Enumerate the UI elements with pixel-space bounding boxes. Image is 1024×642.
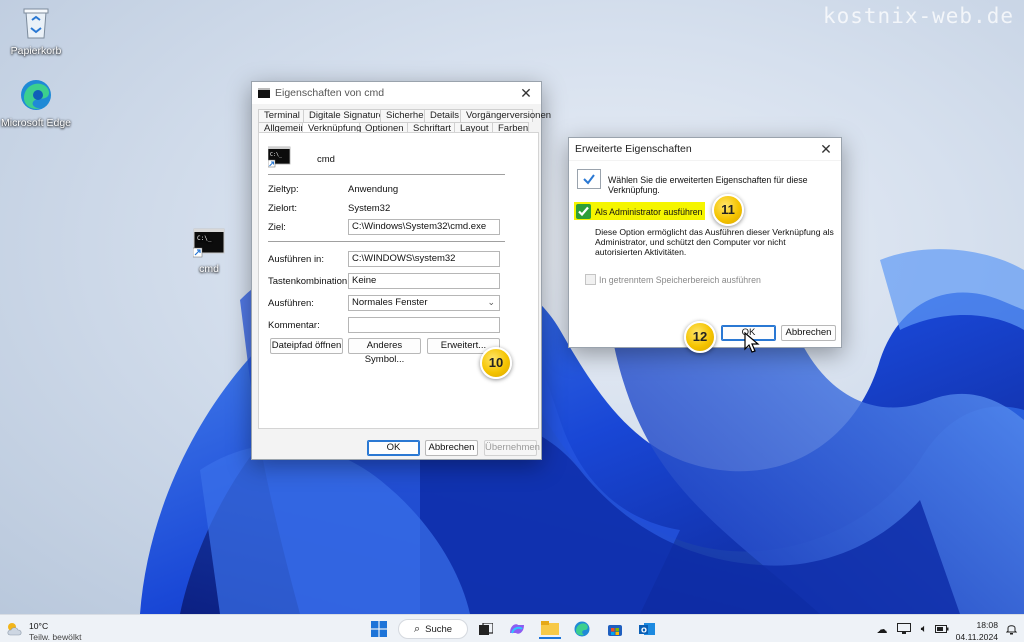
- search-icon: ⌕: [413, 622, 421, 635]
- chevron-down-icon: ⌄: [487, 297, 495, 307]
- uebernehmen-button[interactable]: Übernehmen: [484, 440, 540, 456]
- advanced-body: Wählen Sie die erweiterten Eigenschaften…: [569, 161, 841, 347]
- separate-memory-checkbox[interactable]: [585, 274, 596, 285]
- svg-text:O: O: [641, 627, 647, 635]
- battery-icon[interactable]: [934, 619, 950, 639]
- notification-bell-icon[interactable]: [1003, 619, 1019, 639]
- task-view-icon[interactable]: [477, 619, 495, 639]
- clock-date[interactable]: 04.11.2024: [954, 632, 998, 642]
- tabs-row-1: Terminal Digitale Signaturen Sicherheit …: [252, 109, 551, 122]
- shield-check-icon: [577, 169, 601, 189]
- search-box[interactable]: ⌕ Suche: [398, 619, 468, 639]
- ok-button[interactable]: OK: [367, 440, 420, 456]
- watermark: kostnix-web.de: [822, 4, 1014, 28]
- separate-memory-label: In getrenntem Speicherbereich ausführen: [599, 275, 761, 285]
- step-badge-11: 11: [712, 194, 744, 226]
- zielort-label: Zielort:: [268, 203, 298, 214]
- intro-text: Wählen Sie die erweiterten Eigenschaften…: [608, 175, 808, 195]
- ausfuehren-in-input[interactable]: C:\WINDOWS\system32: [348, 251, 500, 267]
- dialog-title: Erweiterte Eigenschaften: [575, 143, 692, 155]
- outlook-icon[interactable]: O: [637, 619, 657, 639]
- advanced-properties-dialog: Erweiterte Eigenschaften ✕ Wählen Sie di…: [568, 137, 842, 348]
- advanced-abbrechen-button[interactable]: Abbrechen: [781, 325, 836, 341]
- search-label: Suche: [425, 623, 453, 635]
- svg-text:C:\_: C:\_: [197, 235, 212, 242]
- mouse-pointer-icon: [744, 332, 760, 353]
- tab-sicherheit[interactable]: Sicherheit: [380, 109, 428, 122]
- divider: [268, 241, 505, 242]
- tab-digitale-signaturen[interactable]: Digitale Signaturen: [303, 109, 389, 122]
- ausfuehren-in-label: Ausführen in:: [268, 254, 324, 265]
- svg-text:C:\_: C:\_: [270, 152, 283, 158]
- anderes-symbol-button[interactable]: Anderes Symbol...: [348, 338, 421, 365]
- step-badge-10: 10: [480, 347, 512, 379]
- weather-desc: Teilw. bewölkt: [29, 632, 82, 642]
- shortcut-name: cmd: [317, 154, 335, 165]
- zieltyp-label: Zieltyp:: [268, 184, 299, 195]
- ausfuehren-select-value: Normales Fenster: [352, 297, 428, 308]
- desktop-icon-label: Microsoft Edge: [0, 117, 72, 129]
- dateipfad-oeffnen-button[interactable]: Dateipfad öffnen: [270, 338, 343, 354]
- file-explorer-icon[interactable]: [539, 619, 561, 639]
- admin-label[interactable]: Als Administrator ausführen: [595, 207, 703, 217]
- close-icon[interactable]: ✕: [811, 138, 841, 160]
- advanced-titlebar[interactable]: Erweiterte Eigenschaften ✕: [569, 138, 841, 160]
- weather-temp: 10°C: [29, 621, 49, 631]
- shortcut-tab-panel: C:\_ cmd Zieltyp: Anwendung Zielort: Sys…: [258, 132, 539, 429]
- network-icon[interactable]: [896, 619, 912, 639]
- desktop-icon-edge[interactable]: Microsoft Edge: [0, 78, 74, 129]
- tastenkombination-input[interactable]: Keine: [348, 273, 500, 289]
- cloud-icon[interactable]: ☁: [874, 619, 890, 639]
- properties-window: Eigenschaften von cmd ✕ Terminal Digital…: [251, 81, 551, 460]
- tastenkombination-label: Tastenkombination:: [268, 276, 350, 287]
- ziel-label: Ziel:: [268, 222, 286, 233]
- kommentar-input[interactable]: [348, 317, 500, 333]
- desktop-icon-recycle-bin[interactable]: Papierkorb: [0, 6, 74, 57]
- cmd-shortcut-icon: C:\_: [192, 228, 225, 258]
- check-icon: [578, 206, 589, 217]
- tab-vorgaengerversionen[interactable]: Vorgängerversionen: [460, 109, 551, 122]
- copilot-icon[interactable]: [507, 619, 527, 639]
- desktop-icon-cmd[interactable]: C:\_ cmd: [171, 228, 247, 275]
- cmd-small-icon: [258, 88, 270, 98]
- zieltyp-value: Anwendung: [348, 184, 399, 195]
- cmd-large-icon: C:\_: [268, 146, 291, 168]
- desktop-icon-label: cmd: [199, 263, 219, 275]
- admin-description: Diese Option ermöglicht das Ausführen di…: [595, 227, 834, 257]
- start-button[interactable]: [369, 619, 389, 639]
- edge-taskbar-icon[interactable]: [572, 619, 592, 639]
- close-icon[interactable]: ✕: [511, 82, 541, 104]
- ausfuehren-select[interactable]: Normales Fenster ⌄: [348, 295, 500, 311]
- clock-time[interactable]: 18:08: [958, 620, 998, 630]
- ausfuehren-label: Ausführen:: [268, 298, 314, 309]
- tab-details[interactable]: Details: [424, 109, 461, 122]
- abbrechen-button[interactable]: Abbrechen: [425, 440, 478, 456]
- tab-terminal[interactable]: Terminal: [258, 109, 304, 122]
- divider: [268, 174, 505, 175]
- volume-icon[interactable]: 🔈︎: [916, 619, 932, 639]
- desktop-icon-label: Papierkorb: [10, 45, 62, 57]
- zielort-value: System32: [348, 203, 391, 214]
- taskbar: 10°C Teilw. bewölkt ⌕ Suche O ☁ 🔈︎ 18:08…: [0, 614, 1024, 642]
- properties-titlebar[interactable]: Eigenschaften von cmd ✕: [252, 82, 541, 104]
- edge-icon: [21, 80, 51, 110]
- ziel-input[interactable]: C:\Windows\System32\cmd.exe: [348, 219, 500, 235]
- window-title: Eigenschaften von cmd: [275, 87, 385, 99]
- admin-checkbox[interactable]: [576, 204, 591, 219]
- kommentar-label: Kommentar:: [268, 320, 320, 331]
- recycle-bin-icon: [23, 8, 49, 39]
- windows-logo-icon: [371, 621, 387, 637]
- step-badge-12: 12: [684, 321, 716, 353]
- weather-icon[interactable]: [4, 619, 26, 639]
- store-icon[interactable]: [605, 619, 625, 639]
